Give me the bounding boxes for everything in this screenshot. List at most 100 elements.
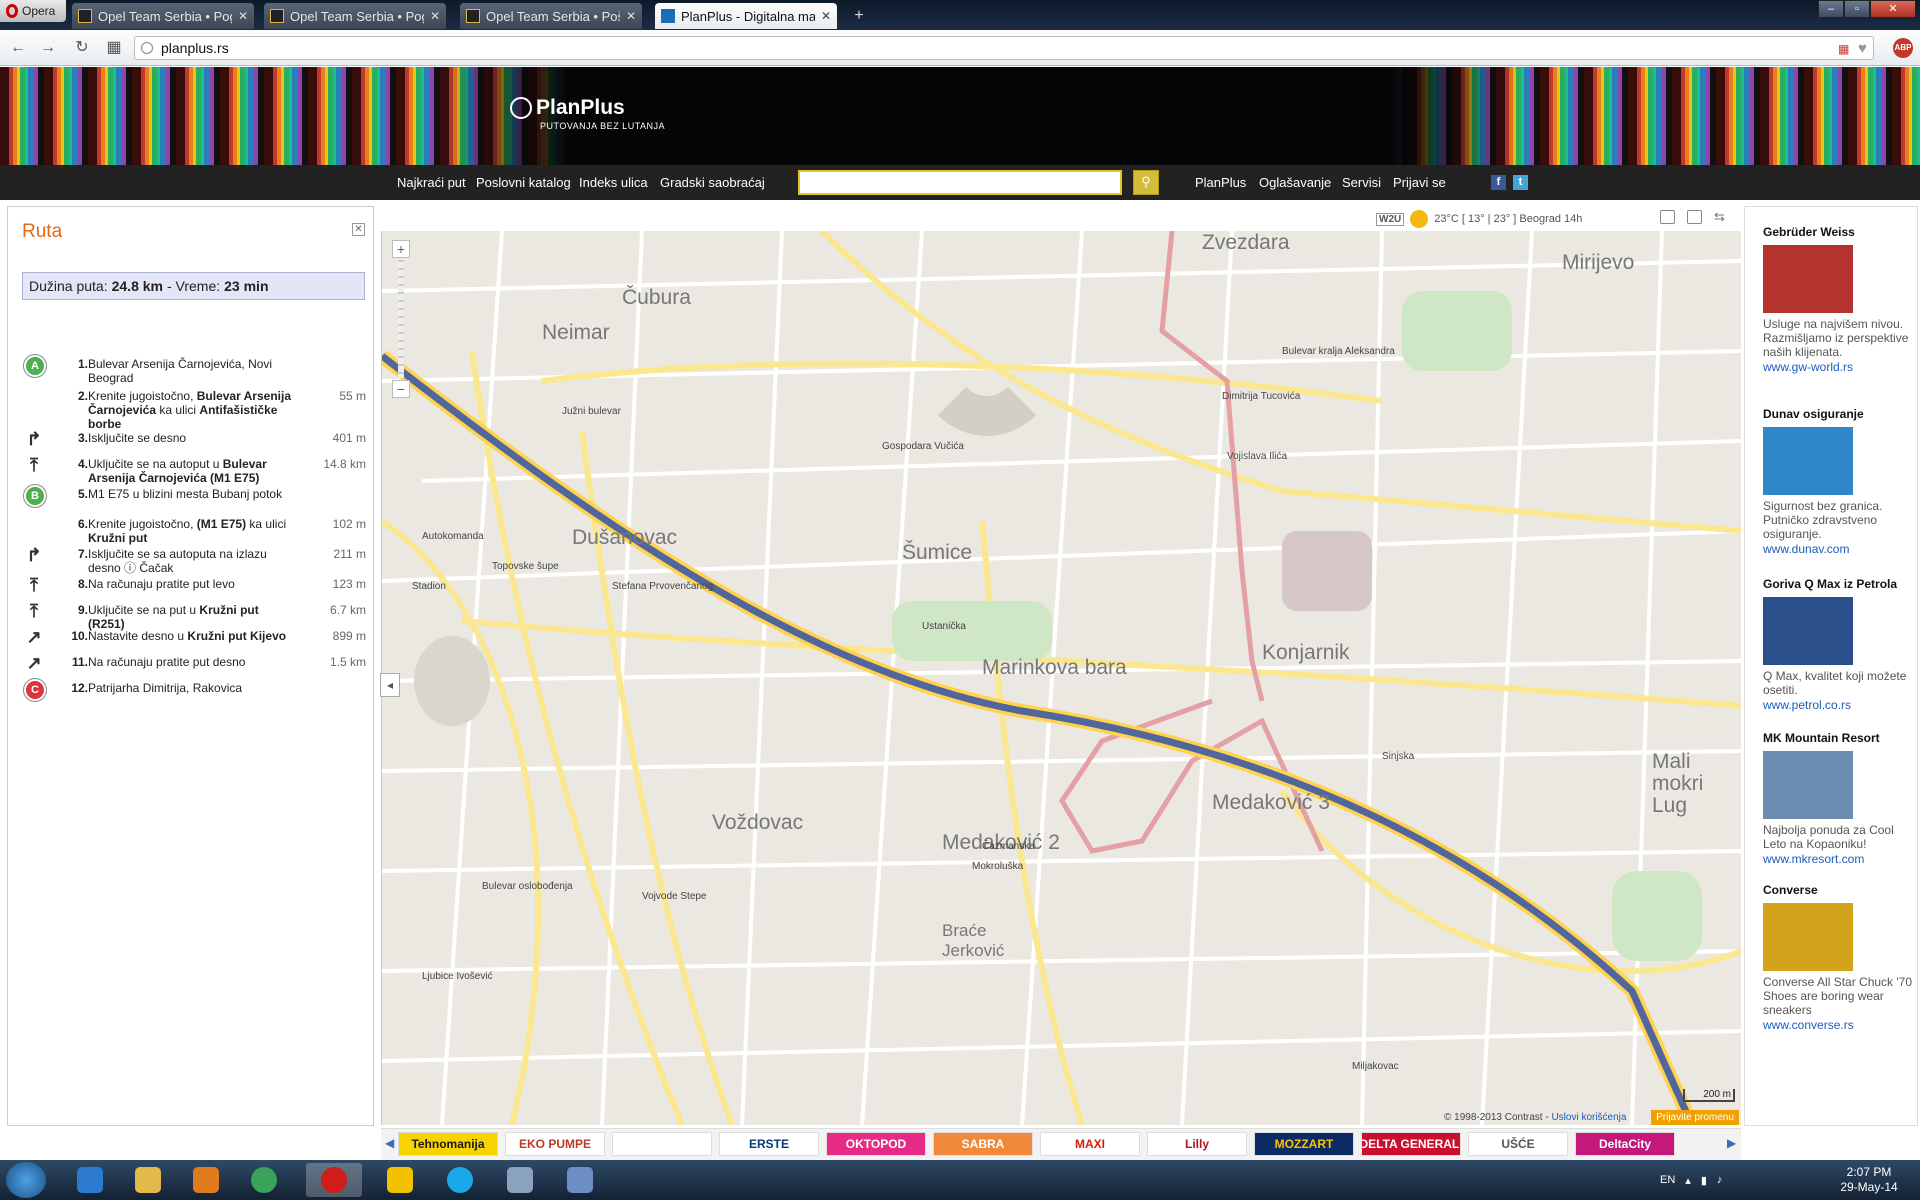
ad-url[interactable]: www.gw-world.rs <box>1763 360 1913 374</box>
taskbar-calculator[interactable] <box>492 1163 548 1197</box>
close-tab-icon[interactable]: ✕ <box>626 9 636 23</box>
minimize-icon[interactable]: – <box>1818 0 1844 18</box>
sponsor-logo[interactable]: EKO PUMPE <box>505 1132 605 1156</box>
taskbar-explorer[interactable] <box>120 1163 176 1197</box>
nav-planplus[interactable]: PlanPlus <box>1195 175 1246 190</box>
back-arrow-icon[interactable]: ← <box>8 38 28 58</box>
nav-indeks-ulica[interactable]: Indeks ulica <box>579 175 648 190</box>
ad-image[interactable] <box>1763 751 1853 819</box>
ad-url[interactable]: www.petrol.co.rs <box>1763 698 1913 712</box>
language-indicator[interactable]: EN <box>1660 1174 1675 1186</box>
share-link-icon[interactable]: ⇆ <box>1714 210 1729 224</box>
map-canvas[interactable]: Zvezdara Čubura Neimar Dušanovac Šumice Konja… <box>381 231 1741 1125</box>
twitter-icon[interactable]: t <box>1513 175 1528 190</box>
sponsor-logo[interactable]: Lilly <box>1147 1132 1247 1156</box>
browser-tab-active[interactable]: PlanPlus - Digitalna mapa✕ <box>655 3 837 29</box>
adblock-button[interactable]: ABP <box>1893 38 1913 58</box>
sponsor-logo[interactable]: DeltaCity <box>1575 1132 1675 1156</box>
report-change-button[interactable]: Prijavite promenu <box>1651 1110 1739 1125</box>
url-field[interactable]: planplus.rs <box>134 36 1874 60</box>
windows-start-button[interactable] <box>6 1162 46 1198</box>
taskbar-opera[interactable] <box>306 1163 362 1197</box>
nav-gradski-saobracaj[interactable]: Gradski saobraćaj <box>660 175 765 190</box>
ad-image[interactable] <box>1763 903 1853 971</box>
terms-link[interactable]: Uslovi korišćenja <box>1551 1112 1626 1123</box>
email-icon[interactable] <box>1687 210 1702 224</box>
sponsor-logo[interactable]: DELTA GENERALI <box>1361 1132 1461 1156</box>
tray-arrow-icon[interactable]: ▴ <box>1685 1174 1691 1187</box>
street-label: Bulevar kralja Aleksandra <box>1282 346 1395 357</box>
search-button[interactable]: ⚲ <box>1133 170 1159 195</box>
zoom-control[interactable]: + − <box>392 240 410 400</box>
sponsor-logo[interactable]: Tehnomanija <box>398 1132 498 1156</box>
close-panel-icon[interactable]: ✕ <box>352 223 365 236</box>
sponsor-logo[interactable]: SABRA <box>933 1132 1033 1156</box>
facebook-icon[interactable]: f <box>1491 175 1506 190</box>
zoom-out-icon[interactable]: − <box>392 380 410 398</box>
ad-title[interactable]: Dunav osiguranje <box>1763 407 1913 421</box>
browser-tab-2[interactable]: Opel Team Serbia • Pogledaj✕ <box>264 3 446 29</box>
print-icon[interactable] <box>1660 210 1675 224</box>
zoom-in-icon[interactable]: + <box>392 240 410 258</box>
collapse-panel-arrow-icon[interactable]: ◂ <box>380 673 400 697</box>
ad-block[interactable]: Gebrüder Weiss Usluge na najvišem nivou. … <box>1763 225 1913 374</box>
nav-prijavi-se[interactable]: Prijavi se <box>1393 175 1446 190</box>
heart-icon[interactable]: ♥ <box>1858 40 1867 57</box>
maximize-icon[interactable]: ▫ <box>1844 0 1870 18</box>
ad-title[interactable]: Goriva Q Max iz Petrola <box>1763 577 1913 591</box>
taskbar-clock[interactable]: 2:07 PM 29-May-14 <box>1834 1165 1904 1195</box>
opera-menu-button[interactable]: Opera <box>0 0 66 22</box>
ad-image[interactable] <box>1763 245 1853 313</box>
sponsor-logo[interactable]: MAXI <box>1040 1132 1140 1156</box>
taskbar-ie[interactable] <box>62 1163 118 1197</box>
ad-url[interactable]: www.converse.rs <box>1763 1018 1913 1032</box>
ad-image[interactable] <box>1763 597 1853 665</box>
ad-url[interactable]: www.mkresort.com <box>1763 852 1913 866</box>
weather-widget[interactable]: W2U 23°C [ 13° | 23° ] Beograd 14h <box>1376 207 1739 231</box>
close-tab-icon[interactable]: ✕ <box>821 9 831 23</box>
ad-title[interactable]: MK Mountain Resort <box>1763 731 1913 745</box>
forward-arrow-icon[interactable]: → <box>38 38 58 58</box>
planplus-logo[interactable]: PlanPlus PUTOVANJA BEZ LUTANJA <box>510 96 665 131</box>
ad-title[interactable]: Gebrüder Weiss <box>1763 225 1913 239</box>
nav-poslovni-katalog[interactable]: Poslovni katalog <box>476 175 571 190</box>
close-window-icon[interactable]: ✕ <box>1870 0 1916 18</box>
sponsor-logo[interactable]: UŠĆE <box>1468 1132 1568 1156</box>
taskbar-skype[interactable] <box>432 1163 488 1197</box>
nav-servisi[interactable]: Servisi <box>1342 175 1381 190</box>
ad-block[interactable]: MK Mountain Resort Najbolja ponuda za Coo… <box>1763 731 1913 866</box>
speed-dial-grid-icon[interactable]: ▦ <box>104 38 124 58</box>
ad-block[interactable]: Converse Converse All Star Chuck '70 Shoe… <box>1763 883 1913 1032</box>
nav-oglasavanje[interactable]: Oglašavanje <box>1259 175 1331 190</box>
ad-block[interactable]: Dunav osiguranje Sigurnost bez granica. P… <box>1763 407 1913 556</box>
volume-icon[interactable]: ♪ <box>1717 1174 1723 1186</box>
browser-tab-1[interactable]: Opel Team Serbia • Pogledaj✕ <box>72 3 254 29</box>
sponsor-logo[interactable]: MOZZART <box>1254 1132 1354 1156</box>
close-tab-icon[interactable]: ✕ <box>238 9 248 23</box>
ad-image[interactable] <box>1763 427 1853 495</box>
close-tab-icon[interactable]: ✕ <box>430 9 440 23</box>
taskbar-chrome[interactable] <box>236 1163 292 1197</box>
sponsors-prev-arrow-icon[interactable]: ◀ <box>385 1136 394 1150</box>
sponsors-next-arrow-icon[interactable]: ▶ <box>1727 1136 1736 1150</box>
ad-block[interactable]: Goriva Q Max iz Petrola Q Max, kvalitet k… <box>1763 577 1913 712</box>
ad-url[interactable]: www.dunav.com <box>1763 542 1913 556</box>
nav-najkraci-put[interactable]: Najkraći put <box>397 175 466 190</box>
step-number: 5. <box>77 487 88 501</box>
system-tray: EN ▴ ▮ ♪ <box>1660 1160 1722 1200</box>
taskbar-app[interactable] <box>372 1163 428 1197</box>
sponsor-logo[interactable]: OKTOPOD <box>826 1132 926 1156</box>
step-instruction: Uključite se na put u Kružni put (R251) <box>88 603 259 631</box>
sponsor-logo[interactable] <box>612 1132 712 1156</box>
extension-grid-icon[interactable]: ▦ <box>1838 42 1849 56</box>
zoom-slider[interactable] <box>398 260 404 378</box>
network-icon[interactable]: ▮ <box>1701 1174 1707 1187</box>
taskbar-media[interactable] <box>178 1163 234 1197</box>
sponsor-logo[interactable]: ERSTE <box>719 1132 819 1156</box>
ad-title[interactable]: Converse <box>1763 883 1913 897</box>
new-tab-icon[interactable]: + <box>850 7 868 25</box>
site-search-input[interactable] <box>798 170 1122 195</box>
browser-tab-3[interactable]: Opel Team Serbia • Pošalji✕ <box>460 3 642 29</box>
reload-icon[interactable]: ↻ <box>72 38 92 58</box>
taskbar-paint[interactable] <box>552 1163 608 1197</box>
